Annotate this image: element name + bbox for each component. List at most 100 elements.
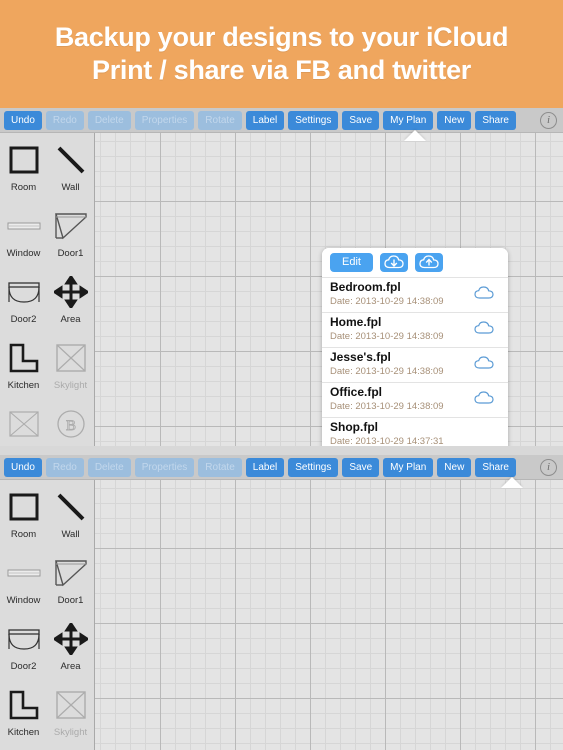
sidebar-tool-label: Skylight xyxy=(53,380,88,391)
properties-button: Properties xyxy=(134,110,195,130)
sidebar-tool-wall[interactable]: Wall xyxy=(47,485,94,551)
tool-sidebar-top: Room Wall Window Door1 Door2 Area Kitche… xyxy=(0,133,95,446)
label-button[interactable]: Label xyxy=(245,457,285,477)
sidebar-tool-label: Wall xyxy=(61,529,80,540)
sidebar-tool-door1[interactable]: Door1 xyxy=(47,551,94,617)
redo-button: Redo xyxy=(45,110,84,130)
sidebar-tool-area[interactable]: Area xyxy=(47,270,94,336)
door2-icon xyxy=(2,617,46,661)
app-panel-bottom: Undo Redo Delete Properties Rotate Label… xyxy=(0,455,563,750)
floorplan-canvas-bottom[interactable] xyxy=(95,480,563,750)
sidebar-tool-room[interactable]: Room xyxy=(0,485,47,551)
svg-text:B: B xyxy=(65,418,75,434)
delete-button: Delete xyxy=(87,457,131,477)
crossed-box-icon xyxy=(2,402,46,446)
cloud-status-icon xyxy=(474,391,494,410)
plan-popover-header: Edit xyxy=(322,248,508,277)
cloud-download-icon[interactable] xyxy=(379,253,408,272)
redo-button: Redo xyxy=(45,457,84,477)
my-plan-popover: Edit Bedroom.fpl Date: 2013-10-29 14:38:… xyxy=(322,248,508,446)
sidebar-tool-kitchen[interactable]: Kitchen xyxy=(0,683,47,749)
sidebar-tool-skylight[interactable]: Skylight xyxy=(47,683,94,749)
share-button[interactable]: Share xyxy=(475,457,516,477)
window-icon xyxy=(2,551,46,595)
room-icon xyxy=(2,485,46,529)
toolbar-bottom: Undo Redo Delete Properties Rotate Label… xyxy=(0,455,563,480)
sidebar-tool-extra-1[interactable] xyxy=(0,402,47,446)
sidebar-tool-room[interactable]: Room xyxy=(0,138,47,204)
sidebar-tool-skylight[interactable]: Skylight xyxy=(47,336,94,402)
cloud-status-icon xyxy=(474,356,494,375)
info-icon[interactable]: i xyxy=(540,111,557,129)
undo-button[interactable]: Undo xyxy=(4,110,42,130)
sidebar-tool-label: Door1 xyxy=(57,595,84,606)
sidebar-tool-door2[interactable]: Door2 xyxy=(0,617,47,683)
plan-popover-arrow xyxy=(404,130,426,141)
sidebar-tool-label: Kitchen xyxy=(7,380,40,391)
list-item[interactable]: Jesse's.fpl Date: 2013-10-29 14:38:09 xyxy=(322,347,508,382)
edit-button[interactable]: Edit xyxy=(330,253,373,272)
sidebar-tool-extra-2[interactable]: B xyxy=(47,402,94,446)
properties-button: Properties xyxy=(134,457,195,477)
rotate-button: Rotate xyxy=(198,457,242,477)
sidebar-tool-label: Area xyxy=(60,314,81,325)
window-icon xyxy=(2,204,46,248)
list-item[interactable]: Shop.fpl Date: 2013-10-29 14:37:31 xyxy=(322,417,508,446)
wall-icon xyxy=(49,138,93,182)
rotate-button: Rotate xyxy=(198,110,242,130)
list-item[interactable]: Bedroom.fpl Date: 2013-10-29 14:38:09 xyxy=(322,277,508,312)
settings-button[interactable]: Settings xyxy=(288,110,339,130)
label-button[interactable]: Label xyxy=(245,110,285,130)
sidebar-tool-door2[interactable]: Door2 xyxy=(0,270,47,336)
app-screenshot: Backup your designs to your iCloud Print… xyxy=(0,0,563,750)
share-popover-arrow xyxy=(501,477,523,488)
file-name: Shop.fpl xyxy=(330,420,378,434)
banner-line-1: Backup your designs to your iCloud xyxy=(54,22,509,52)
sidebar-tool-label: Window xyxy=(6,248,41,259)
wall-icon xyxy=(49,485,93,529)
room-icon xyxy=(2,138,46,182)
sidebar-tool-window[interactable]: Window xyxy=(0,551,47,617)
my-plan-button[interactable]: My Plan xyxy=(383,110,434,130)
list-item[interactable]: Home.fpl Date: 2013-10-29 14:38:09 xyxy=(322,312,508,347)
b-circle-icon: B xyxy=(49,402,93,446)
new-button[interactable]: New xyxy=(437,110,472,130)
skylight-icon xyxy=(49,683,93,727)
sidebar-tool-label: Door1 xyxy=(57,248,84,259)
list-item[interactable]: Office.fpl Date: 2013-10-29 14:38:09 xyxy=(322,382,508,417)
sidebar-tool-label: Door2 xyxy=(10,314,37,325)
banner-line-2: Print / share via FB and twitter xyxy=(92,55,471,85)
sidebar-tool-door1[interactable]: Door1 xyxy=(47,204,94,270)
sidebar-tool-label: Skylight xyxy=(53,727,88,738)
sidebar-tool-label: Wall xyxy=(61,182,80,193)
cloud-status-icon xyxy=(474,286,494,305)
area-move-icon xyxy=(49,617,93,661)
sidebar-tool-kitchen[interactable]: Kitchen xyxy=(0,336,47,402)
sidebar-tool-label: Room xyxy=(10,529,37,540)
sidebar-tool-label: Door2 xyxy=(10,661,37,672)
door1-icon xyxy=(49,551,93,595)
cloud-upload-icon[interactable] xyxy=(414,253,443,272)
door1-icon xyxy=(49,204,93,248)
kitchen-icon xyxy=(2,336,46,380)
sidebar-tool-area[interactable]: Area xyxy=(47,617,94,683)
save-button[interactable]: Save xyxy=(342,457,380,477)
info-icon[interactable]: i xyxy=(540,458,557,476)
sidebar-tool-wall[interactable]: Wall xyxy=(47,138,94,204)
undo-button[interactable]: Undo xyxy=(4,457,42,477)
settings-button[interactable]: Settings xyxy=(288,457,339,477)
new-button[interactable]: New xyxy=(437,457,472,477)
skylight-icon xyxy=(49,336,93,380)
toolbar-top: Undo Redo Delete Properties Rotate Label… xyxy=(0,108,563,133)
file-date: Date: 2013-10-29 14:37:31 xyxy=(330,436,444,446)
door2-icon xyxy=(2,270,46,314)
share-button[interactable]: Share xyxy=(475,110,516,130)
area-move-icon xyxy=(49,270,93,314)
sidebar-tool-label: Window xyxy=(6,595,41,606)
cloud-status-icon xyxy=(474,321,494,340)
my-plan-button[interactable]: My Plan xyxy=(383,457,434,477)
sidebar-tool-label: Kitchen xyxy=(7,727,40,738)
sidebar-tool-window[interactable]: Window xyxy=(0,204,47,270)
promo-banner: Backup your designs to your iCloud Print… xyxy=(0,0,563,108)
save-button[interactable]: Save xyxy=(342,110,380,130)
